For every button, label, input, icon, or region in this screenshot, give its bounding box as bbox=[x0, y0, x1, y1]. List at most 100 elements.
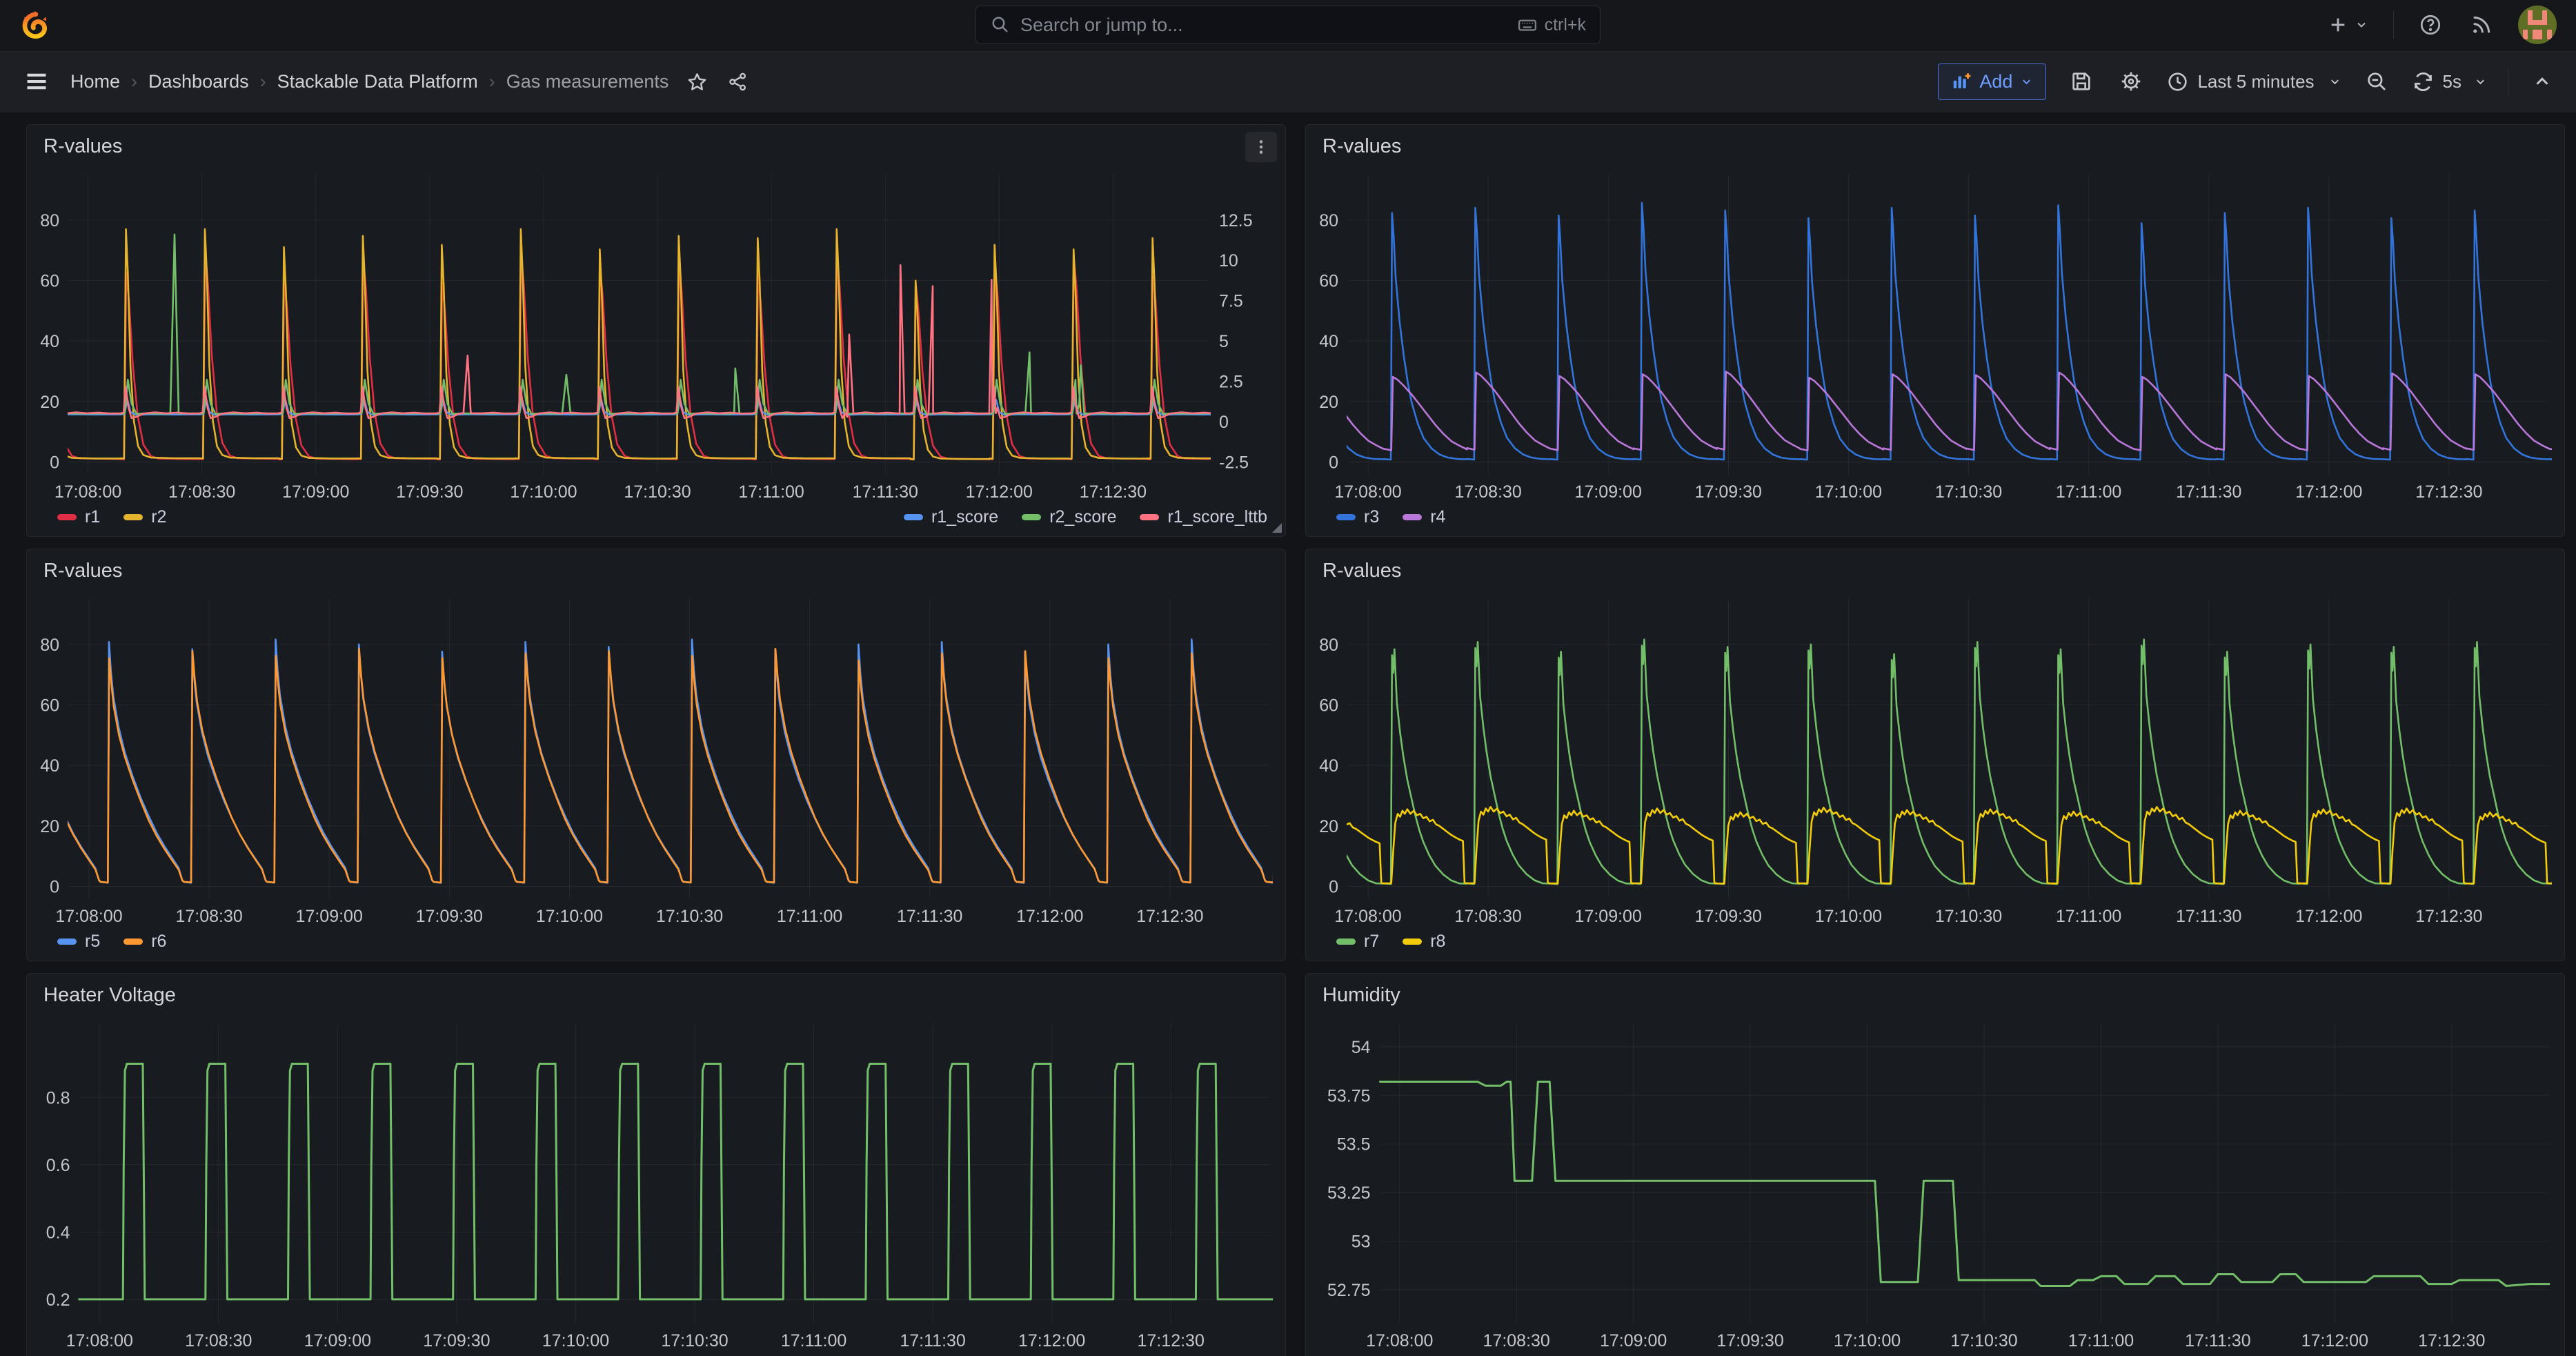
favorite-button[interactable] bbox=[684, 68, 711, 95]
panel-menu-button[interactable] bbox=[1245, 132, 1277, 162]
legend-label: r2 bbox=[151, 507, 166, 527]
dashboard-settings-button[interactable] bbox=[2117, 67, 2146, 96]
x-axis-tick-label: 17:09:00 bbox=[282, 482, 349, 502]
collapse-toolbar-button[interactable] bbox=[2529, 68, 2555, 95]
avatar[interactable] bbox=[2518, 6, 2557, 44]
x-axis-tick-label: 17:09:30 bbox=[1695, 907, 1762, 926]
y-axis-tick-label: 0 bbox=[50, 877, 59, 896]
chart-canvas[interactable]: 02040608017:08:0017:08:3017:09:0017:09:3… bbox=[1306, 164, 2564, 506]
rss-icon bbox=[2470, 13, 2493, 37]
x-axis-tick-label: 17:10:00 bbox=[1815, 482, 1882, 502]
legend-label: r3 bbox=[1364, 507, 1379, 527]
y-axis-tick-label: 80 bbox=[40, 211, 59, 230]
panel-title[interactable]: R-values bbox=[1322, 135, 1401, 158]
breadcrumb-folder[interactable]: Stackable Data Platform bbox=[277, 71, 478, 92]
panel-r-values-4: R-values 02040608017:08:0017:08:3017:09:… bbox=[1305, 549, 2565, 961]
refresh-picker[interactable]: 5s bbox=[2412, 70, 2487, 93]
chart-r-values-3[interactable]: 02040608017:08:0017:08:3017:09:0017:09:3… bbox=[27, 588, 1285, 930]
x-axis-tick-label: 17:12:00 bbox=[2295, 482, 2362, 502]
legend-item-r1_score_lttb[interactable]: r1_score_lttb bbox=[1140, 507, 1267, 527]
y-axis-tick-label: 60 bbox=[1319, 696, 1338, 715]
global-search[interactable]: ctrl+k bbox=[975, 6, 1601, 44]
legend-swatch bbox=[1336, 514, 1356, 520]
series-r1 bbox=[41, 253, 1285, 460]
panel-title[interactable]: Heater Voltage bbox=[43, 984, 176, 1007]
legend: r5 r6 bbox=[27, 930, 1285, 961]
x-axis-tick-label: 17:10:30 bbox=[1935, 482, 2002, 502]
y-axis-tick-label: 20 bbox=[1319, 817, 1338, 836]
panel-title[interactable]: R-values bbox=[1322, 560, 1401, 582]
y-axis-right-tick-label: 12.5 bbox=[1219, 211, 1253, 230]
x-axis-tick-label: 17:11:30 bbox=[2176, 482, 2241, 502]
chart-r-values-1[interactable]: 020406080-2.502.557.51012.517:08:0017:08… bbox=[27, 164, 1285, 506]
legend-item-r4[interactable]: r4 bbox=[1403, 507, 1445, 527]
x-axis-tick-label: 17:08:30 bbox=[185, 1331, 252, 1350]
chart-heater-voltage[interactable]: 0.20.40.60.817:08:0017:08:3017:09:0017:0… bbox=[27, 1012, 1285, 1355]
x-axis-tick-label: 17:12:00 bbox=[1018, 1331, 1085, 1350]
x-axis-tick-label: 17:12:30 bbox=[2415, 482, 2482, 502]
chart-canvas[interactable]: 02040608017:08:0017:08:3017:09:0017:09:3… bbox=[27, 588, 1285, 930]
new-button[interactable] bbox=[2324, 11, 2371, 39]
legend-label: r4 bbox=[1430, 507, 1445, 527]
chart-humidity[interactable]: 52.755353.2553.553.755417:08:0017:08:301… bbox=[1306, 1012, 2564, 1355]
series-r2_score bbox=[41, 235, 1285, 414]
legend-item-r7[interactable]: r7 bbox=[1336, 932, 1379, 952]
chevron-down-icon bbox=[2328, 75, 2341, 88]
add-panel-button[interactable]: Add bbox=[1938, 63, 2046, 100]
panel-r-values-3: R-values 02040608017:08:0017:08:3017:09:… bbox=[26, 549, 1286, 961]
news-button[interactable] bbox=[2467, 10, 2496, 39]
search-input[interactable] bbox=[1020, 14, 1507, 36]
x-axis-tick-label: 17:08:30 bbox=[1483, 1331, 1550, 1350]
breadcrumb-dashboards[interactable]: Dashboards bbox=[148, 71, 249, 92]
chart-canvas[interactable]: 02040608017:08:0017:08:3017:09:0017:09:3… bbox=[1306, 588, 2564, 930]
legend-item-r3[interactable]: r3 bbox=[1336, 507, 1379, 527]
x-axis-tick-label: 17:09:00 bbox=[1575, 482, 1642, 502]
save-dashboard-button[interactable] bbox=[2067, 67, 2096, 96]
refresh-interval-label: 5s bbox=[2443, 71, 2461, 92]
panel-title[interactable]: R-values bbox=[43, 135, 122, 158]
search-shortcut: ctrl+k bbox=[1517, 14, 1586, 35]
legend-item-r1[interactable]: r1 bbox=[57, 507, 100, 527]
x-axis-tick-label: 17:12:30 bbox=[2418, 1331, 2485, 1350]
chart-canvas[interactable]: 0.20.40.60.817:08:0017:08:3017:09:0017:0… bbox=[27, 1012, 1285, 1355]
legend-item-r6[interactable]: r6 bbox=[123, 932, 166, 952]
chart-canvas[interactable]: 52.755353.2553.553.755417:08:0017:08:301… bbox=[1306, 1012, 2564, 1355]
menu-toggle-button[interactable] bbox=[21, 66, 52, 97]
share-button[interactable] bbox=[724, 68, 751, 95]
panel-resize-handle[interactable] bbox=[1272, 523, 1282, 533]
graph-bar-plus-icon bbox=[1951, 71, 1972, 92]
legend-item-r2_score[interactable]: r2_score bbox=[1022, 507, 1116, 527]
zoom-out-button[interactable] bbox=[2362, 67, 2391, 96]
legend-item-r5[interactable]: r5 bbox=[57, 932, 100, 952]
grafana-logo-icon[interactable] bbox=[19, 9, 51, 41]
y-axis-tick-label: 40 bbox=[1319, 756, 1338, 776]
legend-swatch bbox=[123, 514, 143, 520]
panel-title[interactable]: R-values bbox=[43, 560, 122, 582]
panel-title[interactable]: Humidity bbox=[1322, 984, 1400, 1007]
chevron-down-icon bbox=[2474, 75, 2487, 88]
time-range-picker[interactable]: Last 5 minutes bbox=[2166, 70, 2341, 93]
x-axis-tick-label: 17:09:30 bbox=[396, 482, 463, 502]
y-axis-right-tick-label: 10 bbox=[1219, 251, 1238, 271]
legend-item-r1_score[interactable]: r1_score bbox=[904, 507, 998, 527]
y-axis-right-tick-label: 7.5 bbox=[1219, 292, 1243, 311]
legend-item-r2[interactable]: r2 bbox=[123, 507, 166, 527]
panel-r-values-1: R-values 020406080-2.502.557.51012.517:0… bbox=[26, 124, 1286, 537]
legend-swatch bbox=[57, 514, 77, 520]
help-button[interactable] bbox=[2416, 10, 2445, 39]
chart-r-values-2[interactable]: 02040608017:08:0017:08:3017:09:0017:09:3… bbox=[1306, 164, 2564, 506]
x-axis-tick-label: 17:11:00 bbox=[777, 907, 842, 926]
chart-canvas[interactable]: 020406080-2.502.557.51012.517:08:0017:08… bbox=[27, 164, 1285, 506]
x-axis-tick-label: 17:08:30 bbox=[1454, 482, 1521, 502]
x-axis-tick-label: 17:11:30 bbox=[900, 1331, 965, 1350]
series-r8 bbox=[1306, 807, 2564, 883]
y-axis-right-tick-label: 2.5 bbox=[1219, 373, 1243, 392]
y-axis-tick-label: 53.25 bbox=[1327, 1183, 1371, 1203]
x-axis-tick-label: 17:08:00 bbox=[1334, 907, 1401, 926]
legend-swatch bbox=[1336, 939, 1356, 945]
breadcrumb-home[interactable]: Home bbox=[70, 71, 120, 92]
legend-label: r1_score_lttb bbox=[1167, 507, 1267, 527]
chart-r-values-4[interactable]: 02040608017:08:0017:08:3017:09:0017:09:3… bbox=[1306, 588, 2564, 930]
menu-icon bbox=[23, 68, 50, 95]
legend-item-r8[interactable]: r8 bbox=[1403, 932, 1445, 952]
